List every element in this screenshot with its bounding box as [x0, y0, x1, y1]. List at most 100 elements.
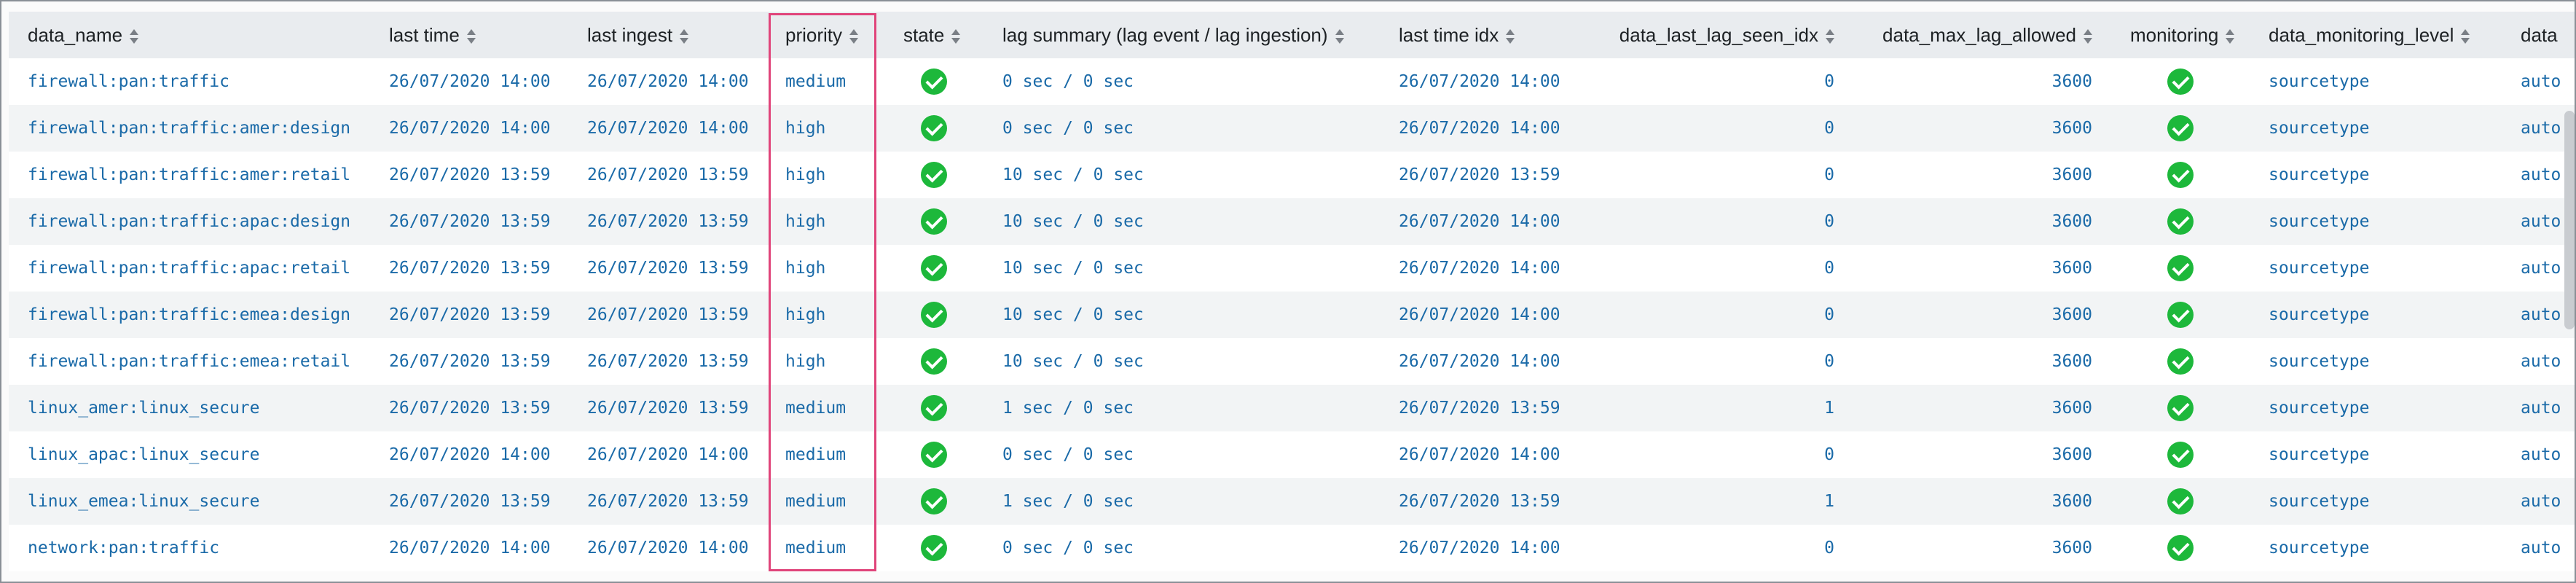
- cell-data-last-lag-seen-idx[interactable]: 0: [1578, 58, 1853, 105]
- cell-data[interactable]: auto: [2502, 478, 2575, 525]
- cell-last-time-idx[interactable]: 26/07/2020 14:00: [1380, 431, 1578, 478]
- cell-data-last-lag-seen-idx[interactable]: 0: [1578, 525, 1853, 571]
- cell-last-time[interactable]: 26/07/2020 13:59: [370, 478, 568, 525]
- cell-data-name[interactable]: linux_amer:linux_secure: [9, 385, 370, 431]
- cell-data-last-lag-seen-idx[interactable]: 0: [1578, 292, 1853, 338]
- cell-data-max-lag-allowed[interactable]: 3600: [1853, 431, 2111, 478]
- cell-data[interactable]: auto: [2502, 525, 2575, 571]
- table-scroll-area[interactable]: data_name last time last ingest priority…: [9, 12, 2575, 573]
- cell-data-max-lag-allowed[interactable]: 3600: [1853, 525, 2111, 571]
- cell-data[interactable]: auto: [2502, 58, 2575, 105]
- cell-data[interactable]: auto: [2502, 338, 2575, 385]
- cell-data-name[interactable]: firewall:pan:traffic:emea:retail: [9, 338, 370, 385]
- cell-data-last-lag-seen-idx[interactable]: 0: [1578, 198, 1853, 245]
- cell-data-max-lag-allowed[interactable]: 3600: [1853, 478, 2111, 525]
- cell-data-last-lag-seen-idx[interactable]: 1: [1578, 385, 1853, 431]
- cell-data[interactable]: auto: [2502, 385, 2575, 431]
- cell-data-max-lag-allowed[interactable]: 3600: [1853, 58, 2111, 105]
- cell-priority[interactable]: high: [766, 152, 884, 198]
- cell-last-time-idx[interactable]: 26/07/2020 14:00: [1380, 58, 1578, 105]
- column-header-data-name[interactable]: data_name: [9, 12, 370, 58]
- cell-lag-summary[interactable]: 1 sec / 0 sec: [983, 385, 1380, 431]
- cell-last-time-idx[interactable]: 26/07/2020 14:00: [1380, 105, 1578, 152]
- cell-last-time[interactable]: 26/07/2020 13:59: [370, 338, 568, 385]
- cell-lag-summary[interactable]: 10 sec / 0 sec: [983, 245, 1380, 292]
- cell-last-time[interactable]: 26/07/2020 14:00: [370, 525, 568, 571]
- cell-priority[interactable]: high: [766, 292, 884, 338]
- cell-last-time[interactable]: 26/07/2020 14:00: [370, 58, 568, 105]
- column-header-data[interactable]: data: [2502, 12, 2575, 58]
- cell-priority[interactable]: medium: [766, 385, 884, 431]
- cell-data[interactable]: auto: [2502, 431, 2575, 478]
- cell-data[interactable]: auto: [2502, 152, 2575, 198]
- cell-last-ingest[interactable]: 26/07/2020 14:00: [568, 105, 766, 152]
- cell-lag-summary[interactable]: 10 sec / 0 sec: [983, 292, 1380, 338]
- cell-priority[interactable]: medium: [766, 478, 884, 525]
- cell-last-ingest[interactable]: 26/07/2020 13:59: [568, 198, 766, 245]
- cell-last-time[interactable]: 26/07/2020 13:59: [370, 198, 568, 245]
- table-row[interactable]: firewall:pan:traffic:emea:design 26/07/20…: [9, 292, 2575, 338]
- cell-data-monitoring-level[interactable]: sourcetype: [2250, 245, 2502, 292]
- cell-data-last-lag-seen-idx[interactable]: 0: [1578, 338, 1853, 385]
- cell-last-time[interactable]: 26/07/2020 13:59: [370, 292, 568, 338]
- cell-data-max-lag-allowed[interactable]: 3600: [1853, 385, 2111, 431]
- column-header-state[interactable]: state: [884, 12, 983, 58]
- cell-priority[interactable]: high: [766, 338, 884, 385]
- cell-last-ingest[interactable]: 26/07/2020 14:00: [568, 431, 766, 478]
- cell-data[interactable]: auto: [2502, 198, 2575, 245]
- cell-data-name[interactable]: network:pan:traffic: [9, 525, 370, 571]
- cell-last-time-idx[interactable]: 26/07/2020 14:00: [1380, 525, 1578, 571]
- cell-data-max-lag-allowed[interactable]: 3600: [1853, 245, 2111, 292]
- cell-lag-summary[interactable]: 10 sec / 0 sec: [983, 198, 1380, 245]
- cell-data-name[interactable]: firewall:pan:traffic: [9, 58, 370, 105]
- cell-priority[interactable]: high: [766, 105, 884, 152]
- cell-data-monitoring-level[interactable]: sourcetype: [2250, 431, 2502, 478]
- cell-priority[interactable]: high: [766, 245, 884, 292]
- cell-last-time-idx[interactable]: 26/07/2020 14:00: [1380, 245, 1578, 292]
- column-header-data-last-lag-seen-idx[interactable]: data_last_lag_seen_idx: [1578, 12, 1853, 58]
- column-header-last-time[interactable]: last time: [370, 12, 568, 58]
- cell-data-name[interactable]: firewall:pan:traffic:apac:retail: [9, 245, 370, 292]
- table-row[interactable]: firewall:pan:traffic:amer:design 26/07/20…: [9, 105, 2575, 152]
- table-row[interactable]: firewall:pan:traffic 26/07/2020 14:00 26/0…: [9, 58, 2575, 105]
- column-header-data-max-lag-allowed[interactable]: data_max_lag_allowed: [1853, 12, 2111, 58]
- table-row[interactable]: linux_emea:linux_secure 26/07/2020 13:59 2…: [9, 478, 2575, 525]
- cell-last-time-idx[interactable]: 26/07/2020 13:59: [1380, 385, 1578, 431]
- column-header-last-time-idx[interactable]: last time idx: [1380, 12, 1578, 58]
- cell-priority[interactable]: high: [766, 198, 884, 245]
- cell-data-monitoring-level[interactable]: sourcetype: [2250, 525, 2502, 571]
- column-header-monitoring[interactable]: monitoring: [2111, 12, 2250, 58]
- table-row[interactable]: firewall:pan:traffic:apac:retail 26/07/20…: [9, 245, 2575, 292]
- cell-data-monitoring-level[interactable]: sourcetype: [2250, 58, 2502, 105]
- cell-data-name[interactable]: firewall:pan:traffic:amer:retail: [9, 152, 370, 198]
- cell-data-monitoring-level[interactable]: sourcetype: [2250, 198, 2502, 245]
- cell-last-ingest[interactable]: 26/07/2020 13:59: [568, 245, 766, 292]
- cell-last-time-idx[interactable]: 26/07/2020 14:00: [1380, 338, 1578, 385]
- cell-data-monitoring-level[interactable]: sourcetype: [2250, 478, 2502, 525]
- cell-last-ingest[interactable]: 26/07/2020 14:00: [568, 58, 766, 105]
- cell-data-max-lag-allowed[interactable]: 3600: [1853, 338, 2111, 385]
- cell-data-last-lag-seen-idx[interactable]: 0: [1578, 152, 1853, 198]
- column-header-lag-summary[interactable]: lag summary (lag event / lag ingestion): [983, 12, 1380, 58]
- cell-data-monitoring-level[interactable]: sourcetype: [2250, 292, 2502, 338]
- cell-last-ingest[interactable]: 26/07/2020 13:59: [568, 385, 766, 431]
- table-row[interactable]: firewall:pan:traffic:emea:retail 26/07/20…: [9, 338, 2575, 385]
- column-header-last-ingest[interactable]: last ingest: [568, 12, 766, 58]
- cell-data-monitoring-level[interactable]: sourcetype: [2250, 105, 2502, 152]
- cell-last-time-idx[interactable]: 26/07/2020 13:59: [1380, 152, 1578, 198]
- table-row[interactable]: firewall:pan:traffic:apac:design 26/07/20…: [9, 198, 2575, 245]
- cell-data-name[interactable]: firewall:pan:traffic:amer:design: [9, 105, 370, 152]
- table-row[interactable]: linux_apac:linux_secure 26/07/2020 14:00 2…: [9, 431, 2575, 478]
- column-header-data-monitoring-level[interactable]: data_monitoring_level: [2250, 12, 2502, 58]
- cell-priority[interactable]: medium: [766, 58, 884, 105]
- cell-data-max-lag-allowed[interactable]: 3600: [1853, 152, 2111, 198]
- cell-data[interactable]: auto: [2502, 292, 2575, 338]
- cell-data-monitoring-level[interactable]: sourcetype: [2250, 152, 2502, 198]
- cell-last-ingest[interactable]: 26/07/2020 13:59: [568, 152, 766, 198]
- cell-last-ingest[interactable]: 26/07/2020 14:00: [568, 525, 766, 571]
- cell-last-time[interactable]: 26/07/2020 13:59: [370, 245, 568, 292]
- table-row[interactable]: linux_amer:linux_secure 26/07/2020 13:59 2…: [9, 385, 2575, 431]
- cell-last-time[interactable]: 26/07/2020 13:59: [370, 152, 568, 198]
- cell-lag-summary[interactable]: 0 sec / 0 sec: [983, 105, 1380, 152]
- cell-lag-summary[interactable]: 1 sec / 0 sec: [983, 478, 1380, 525]
